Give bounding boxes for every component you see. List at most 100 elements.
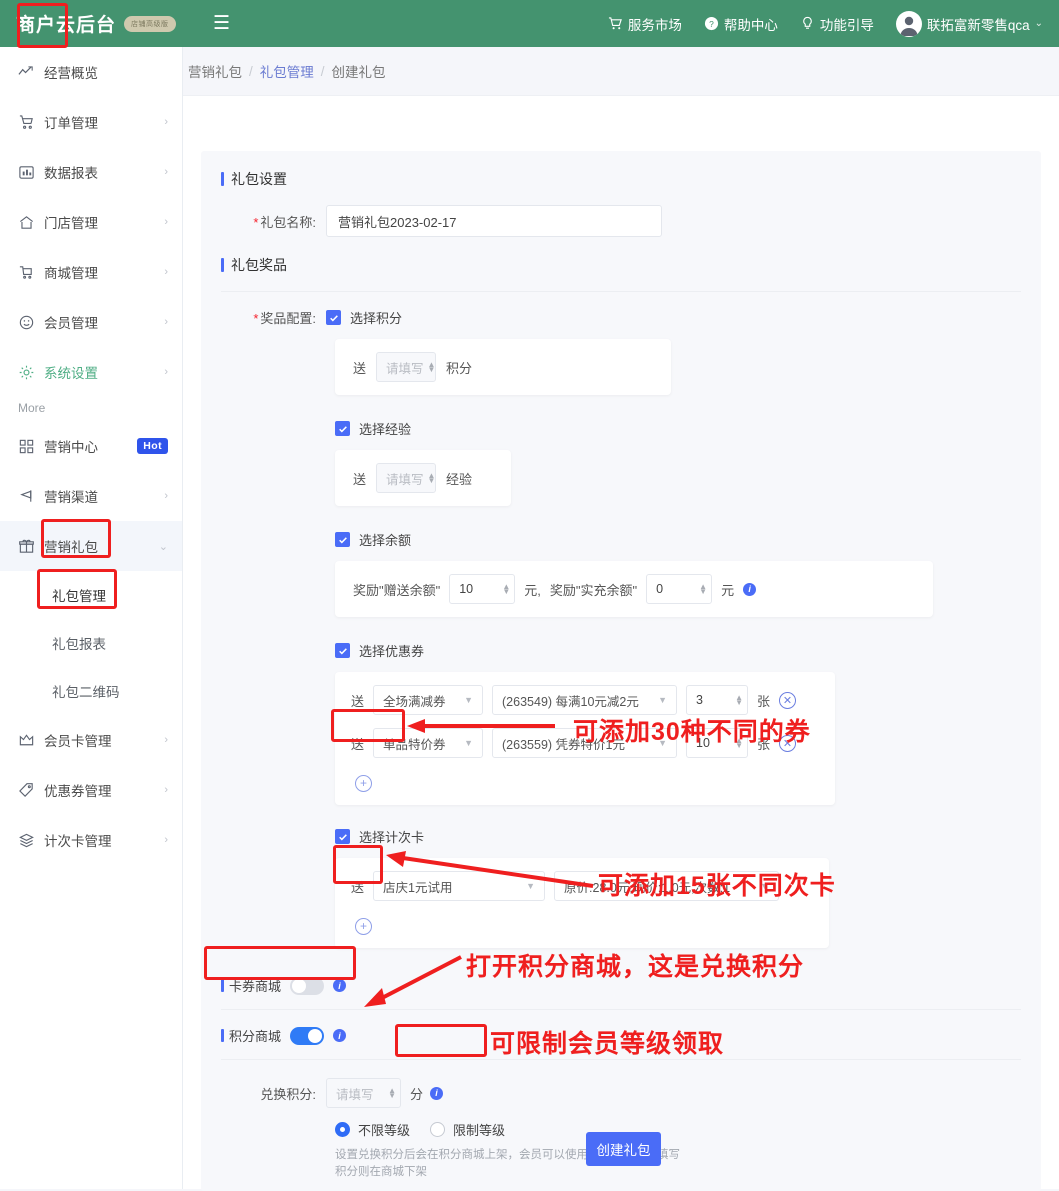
feature-guide-link[interactable]: 功能引导	[800, 14, 874, 34]
coupon-detail-select[interactable]: (263549) 每满10元减2元 ▼	[492, 685, 678, 715]
points-amount-input[interactable]: 请填写 ▲ ▼	[376, 352, 437, 382]
real-balance-label: 奖励"实充余额"	[549, 582, 638, 598]
sidebar-label: 商城管理	[44, 266, 98, 281]
coupon-type-select[interactable]: 全场满减券 ▼	[373, 685, 484, 715]
plus-circle-icon[interactable]: +	[355, 774, 372, 792]
sidebar-label: 门店管理	[44, 216, 98, 231]
spinner-icon[interactable]: ▲ ▼	[735, 694, 743, 707]
prize-config-row: * 奖品配置: 选择积分	[221, 308, 1021, 327]
spinner-icon[interactable]: ▲ ▼	[388, 1087, 396, 1100]
checkbox-select-balance[interactable]: 选择余额	[335, 530, 1021, 549]
sidebar-item-coupon-management[interactable]: 优惠券管理 ›	[0, 765, 182, 815]
spinner-icon[interactable]: ▲ ▼	[428, 472, 436, 485]
chevron-down-icon: ▼	[526, 881, 536, 891]
add-times-card-row: +	[351, 915, 813, 937]
divider	[221, 1059, 1021, 1060]
sidebar-item-system-settings[interactable]: 系统设置 ›	[0, 347, 182, 397]
sidebar-item-marketing-gift-pack[interactable]: 营销礼包 ⌄	[0, 521, 182, 571]
user-menu[interactable]: 联拓富新零售qca ⌄	[895, 10, 1043, 37]
input-placeholder: 请填写	[386, 361, 424, 376]
spinner-icon[interactable]: ▲ ▼	[502, 583, 510, 596]
hamburger-icon[interactable]: ☰	[213, 14, 230, 33]
breadcrumb-link-gift-management[interactable]: 礼包管理	[260, 61, 314, 81]
section-title-gift-setting: 礼包设置	[221, 169, 1021, 189]
times-card-name-select[interactable]: 店庆1元试用 ▼	[373, 871, 546, 901]
sidebar-item-reports[interactable]: 数据报表 ›	[0, 147, 182, 197]
select-value: 全场满减券	[383, 694, 446, 709]
help-center-link[interactable]: ? 帮助中心	[704, 14, 778, 34]
sidebar-subitem-gift-qrcode[interactable]: 礼包二维码	[0, 667, 182, 715]
radio-limited-level[interactable]	[430, 1122, 446, 1137]
input-value: 0	[656, 582, 664, 596]
checkbox-select-experience[interactable]: 选择经验	[335, 419, 1021, 438]
help-line-2: 积分则在商城下架	[335, 1166, 427, 1178]
sidebar-sub-label: 礼包报表	[52, 637, 106, 652]
spinner-icon[interactable]: ▲ ▼	[699, 583, 707, 596]
coupon-qty-input[interactable]: 10 ▲ ▼	[686, 728, 749, 758]
toggle-knob	[292, 978, 307, 993]
exchange-points-input[interactable]: 请填写 ▲ ▼	[326, 1078, 401, 1108]
points-mall-toggle[interactable]	[290, 1026, 325, 1045]
coupon-type-select[interactable]: 单品特价券 ▼	[373, 728, 484, 758]
chevron-right-icon: ›	[164, 266, 168, 278]
card-mall-label: 卡券商城	[229, 979, 282, 994]
coupon-detail-select[interactable]: (263559) 凭券特价1元 ▼	[492, 728, 678, 758]
sidebar-item-overview[interactable]: 经营概览	[0, 47, 182, 97]
checkbox-select-coupon[interactable]: 选择优惠券	[335, 641, 1021, 660]
chevron-right-icon: ›	[164, 490, 168, 502]
gift-name-label: * 礼包名称:	[221, 212, 326, 231]
coupon-row: 送 全场满减券 ▼ (263549) 每满10元减2元 ▼ 3 ▲ ▼ 张 ✕	[351, 685, 819, 715]
info-icon[interactable]: i	[430, 1086, 444, 1100]
remove-coupon-icon[interactable]: ✕	[779, 691, 797, 709]
checkbox-icon[interactable]	[335, 643, 350, 658]
service-market-link[interactable]: 服务市场	[608, 14, 682, 34]
checkbox-icon[interactable]	[335, 421, 350, 436]
sidebar-label: 营销礼包	[44, 540, 98, 555]
sidebar-subitem-gift-report[interactable]: 礼包报表	[0, 619, 182, 667]
times-card-detail-select[interactable]: 原价:28.0元,现价:1.0元,次数:1 ▼	[554, 871, 780, 901]
remove-coupon-icon[interactable]: ✕	[779, 734, 797, 752]
info-icon[interactable]: i	[333, 1029, 347, 1042]
sidebar-item-membership-card[interactable]: 会员卡管理 ›	[0, 715, 182, 765]
info-icon[interactable]: i	[333, 979, 347, 992]
sidebar-item-members[interactable]: 会员管理 ›	[0, 297, 182, 347]
spinner-icon[interactable]: ▲ ▼	[735, 737, 743, 750]
divider	[221, 1009, 1021, 1010]
checkbox-select-times-card[interactable]: 选择计次卡	[335, 827, 1021, 846]
chevron-right-icon: ›	[164, 316, 168, 328]
checkbox-label: 选择余额	[359, 533, 412, 548]
sidebar-item-marketing-channel[interactable]: 营销渠道 ›	[0, 471, 182, 521]
chevron-down-icon: ▼	[464, 695, 474, 705]
chevron-down-icon: ⌄	[1034, 18, 1043, 29]
checkbox-icon[interactable]	[335, 829, 350, 844]
create-gift-pack-button[interactable]: 创建礼包	[586, 1132, 661, 1166]
checkbox-select-points[interactable]: 选择积分	[326, 308, 402, 327]
experience-amount-input[interactable]: 请填写 ▲ ▼	[376, 463, 437, 493]
checkbox-icon[interactable]	[326, 310, 341, 325]
card-mall-toggle[interactable]	[290, 976, 325, 995]
gift-icon	[18, 538, 44, 555]
gift-name-row: * 礼包名称:	[221, 205, 1021, 237]
sidebar-item-times-card-management[interactable]: 计次卡管理 ›	[0, 815, 182, 865]
sidebar-subitem-gift-management[interactable]: 礼包管理	[0, 571, 182, 619]
info-icon[interactable]: i	[743, 582, 757, 596]
real-balance-input[interactable]: 0 ▲ ▼	[646, 574, 713, 604]
sidebar-item-stores[interactable]: 门店管理 ›	[0, 197, 182, 247]
plus-circle-icon[interactable]: +	[355, 917, 372, 935]
sidebar-label: 会员卡管理	[44, 734, 112, 749]
points-mall-label-wrap: 积分商城	[221, 1026, 281, 1045]
toggle-knob	[308, 1028, 323, 1043]
spinner-icon[interactable]: ▲ ▼	[428, 361, 436, 374]
brand-title: 商户云后台	[16, 15, 117, 36]
sidebar-item-marketing-center[interactable]: 营销中心 Hot	[0, 421, 182, 471]
sidebar-item-orders[interactable]: 订单管理 ›	[0, 97, 182, 147]
coupon-qty-input[interactable]: 3 ▲ ▼	[686, 685, 749, 715]
help-center-label: 帮助中心	[723, 17, 778, 33]
tag-icon	[18, 782, 44, 799]
gift-balance-input[interactable]: 10 ▲ ▼	[449, 574, 516, 604]
sidebar-item-mall[interactable]: 商城管理 ›	[0, 247, 182, 297]
feature-guide-label: 功能引导	[819, 17, 874, 33]
checkbox-icon[interactable]	[335, 532, 350, 547]
gift-name-input[interactable]	[326, 205, 662, 237]
radio-unlimited-level[interactable]	[335, 1122, 350, 1137]
